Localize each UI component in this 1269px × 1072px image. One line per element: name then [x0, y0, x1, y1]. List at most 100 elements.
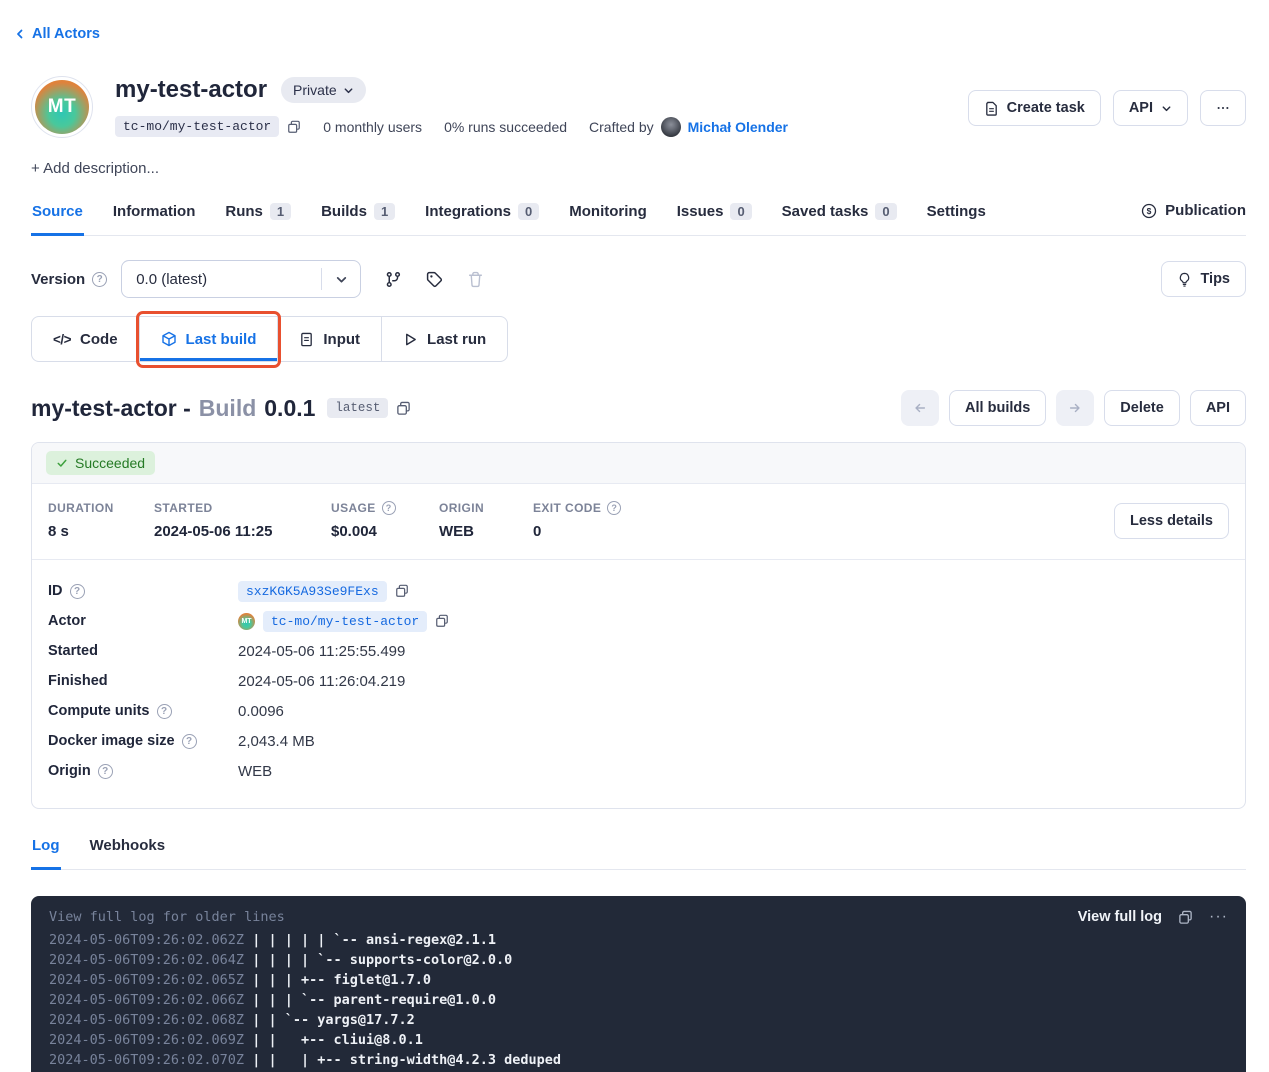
prev-build-button[interactable] — [901, 390, 939, 426]
tab-saved-tasks[interactable]: Saved tasks 0 — [781, 199, 898, 236]
lightbulb-icon — [1177, 272, 1192, 287]
tab-settings[interactable]: Settings — [926, 199, 987, 236]
more-actions-button[interactable] — [1200, 90, 1246, 126]
dollar-circle-icon: $ — [1141, 203, 1157, 219]
version-select[interactable]: 0.0 (latest) — [121, 260, 361, 298]
api-dropdown-button[interactable]: API — [1113, 90, 1188, 126]
chevron-left-icon — [14, 28, 26, 40]
tips-button[interactable]: Tips — [1161, 261, 1246, 297]
log-more-icon[interactable]: ··· — [1209, 908, 1228, 926]
less-details-button[interactable]: Less details — [1114, 503, 1229, 539]
tab-last-build[interactable]: Last build — [139, 317, 278, 361]
author-link[interactable]: Michał Olender — [688, 119, 788, 135]
build-panel: Succeeded DURATION 8 s STARTED 2024-05-0… — [31, 442, 1246, 809]
tab-source[interactable]: Source — [31, 199, 84, 236]
log-line: 2024-05-06T09:26:02.064Z | | | | `-- sup… — [49, 952, 1228, 972]
ellipsis-icon — [1216, 101, 1230, 115]
detail-row-origin: Origin WEB — [48, 756, 1229, 786]
build-id-badge[interactable]: sxzKGK5A93Se9FExs — [238, 581, 387, 602]
detail-row-compute-units: Compute units 0.0096 — [48, 696, 1229, 726]
detail-row-finished: Finished 2024-05-06 11:26:04.219 — [48, 666, 1229, 696]
next-build-button[interactable] — [1056, 390, 1094, 426]
help-icon[interactable] — [382, 501, 396, 515]
check-icon — [56, 457, 68, 469]
trash-icon — [467, 271, 484, 288]
stat-duration: DURATION 8 s — [48, 501, 140, 540]
stat-origin: ORIGIN WEB — [439, 501, 519, 540]
main-tab-bar: Source Information Runs 1 Builds 1 Integ… — [31, 199, 1246, 236]
copy-icon[interactable] — [287, 120, 301, 134]
detail-row-docker-image-size: Docker image size 2,043.4 MB — [48, 726, 1229, 756]
visibility-dropdown[interactable]: Private — [281, 77, 366, 103]
actor-header: MT my-test-actor Private tc-mo/my-test-a… — [31, 76, 1246, 138]
log-line: 2024-05-06T09:26:02.062Z | | | | | `-- a… — [49, 932, 1228, 952]
build-header: my-test-actor - Build 0.0.1 latest All b… — [31, 390, 1246, 426]
version-bar: Version 0.0 (latest) Tips — [31, 260, 1246, 298]
help-icon[interactable] — [607, 501, 621, 515]
help-icon[interactable] — [70, 584, 85, 599]
build-word: Build — [199, 395, 257, 422]
delete-button[interactable]: Delete — [1104, 390, 1180, 426]
tab-builds[interactable]: Builds 1 — [320, 199, 396, 236]
page-title: my-test-actor — [115, 76, 267, 104]
play-icon — [403, 332, 418, 347]
chevron-down-icon — [343, 85, 354, 96]
actor-link-badge[interactable]: tc-mo/my-test-actor — [263, 611, 427, 632]
version-select-value: 0.0 (latest) — [122, 271, 321, 288]
document-icon — [299, 332, 314, 347]
integrations-count-badge: 0 — [518, 203, 539, 220]
add-description-link[interactable]: + Add description... — [31, 160, 159, 177]
actor-mini-avatar: MT — [238, 613, 255, 630]
log-line: 2024-05-06T09:26:02.069Z | | +-- cliui@8… — [49, 1032, 1228, 1052]
stat-started: STARTED 2024-05-06 11:25 — [154, 501, 317, 540]
tab-code[interactable]: Code — [32, 317, 139, 361]
tag-icon[interactable] — [426, 271, 443, 288]
help-icon[interactable] — [157, 704, 172, 719]
stat-usage: USAGE $0.004 — [331, 501, 425, 540]
stat-exit-code: EXIT CODE 0 — [533, 501, 621, 540]
tab-monitoring[interactable]: Monitoring — [568, 199, 647, 236]
tab-runs[interactable]: Runs 1 — [224, 199, 292, 236]
all-builds-button[interactable]: All builds — [949, 390, 1046, 426]
actor-avatar: MT — [31, 76, 93, 138]
view-full-log-link[interactable]: View full log — [1078, 909, 1162, 925]
tab-webhooks[interactable]: Webhooks — [89, 833, 167, 870]
help-icon[interactable] — [98, 764, 113, 779]
git-branch-icon[interactable] — [385, 271, 402, 288]
tab-log[interactable]: Log — [31, 833, 61, 870]
build-api-button[interactable]: API — [1190, 390, 1246, 426]
cube-icon — [161, 331, 177, 347]
help-icon[interactable] — [182, 734, 197, 749]
issues-count-badge: 0 — [730, 203, 751, 220]
breadcrumb[interactable]: All Actors — [14, 26, 100, 42]
copy-icon[interactable] — [395, 584, 409, 598]
actor-name-badge[interactable]: tc-mo/my-test-actor — [115, 116, 279, 137]
copy-icon[interactable] — [1178, 910, 1193, 925]
runs-count-badge: 1 — [270, 203, 291, 220]
chevron-down-icon — [322, 273, 360, 286]
tab-integrations[interactable]: Integrations 0 — [424, 199, 540, 236]
saved-tasks-count-badge: 0 — [875, 203, 896, 220]
log-line: 2024-05-06T09:26:02.068Z | | `-- yargs@1… — [49, 1012, 1228, 1032]
publication-link[interactable]: $ Publication — [1141, 202, 1246, 232]
chevron-down-icon — [1161, 103, 1172, 114]
actor-avatar-initials: MT — [35, 80, 89, 134]
log-terminal: View full log for older lines View full … — [31, 896, 1246, 1072]
tab-input[interactable]: Input — [277, 317, 381, 361]
version-label: Version — [31, 271, 85, 288]
help-icon[interactable] — [92, 272, 107, 287]
tab-information[interactable]: Information — [112, 199, 197, 236]
create-task-button[interactable]: Create task — [968, 90, 1101, 126]
build-stats: DURATION 8 s STARTED 2024-05-06 11:25 US… — [32, 484, 1245, 559]
copy-icon[interactable] — [396, 401, 411, 416]
view-older-lines-link[interactable]: View full log for older lines — [49, 909, 285, 925]
tab-last-run[interactable]: Last run — [381, 317, 507, 361]
detail-row-id: ID sxzKGK5A93Se9FExs — [48, 576, 1229, 606]
log-line: 2024-05-06T09:26:02.066Z | | | `-- paren… — [49, 992, 1228, 1012]
tab-issues[interactable]: Issues 0 — [676, 199, 753, 236]
document-icon — [984, 101, 999, 116]
build-title: my-test-actor - Build 0.0.1 latest — [31, 395, 411, 422]
crafted-by-label: Crafted by — [589, 119, 654, 135]
monthly-users: 0 monthly users — [323, 119, 422, 135]
copy-icon[interactable] — [435, 614, 449, 628]
